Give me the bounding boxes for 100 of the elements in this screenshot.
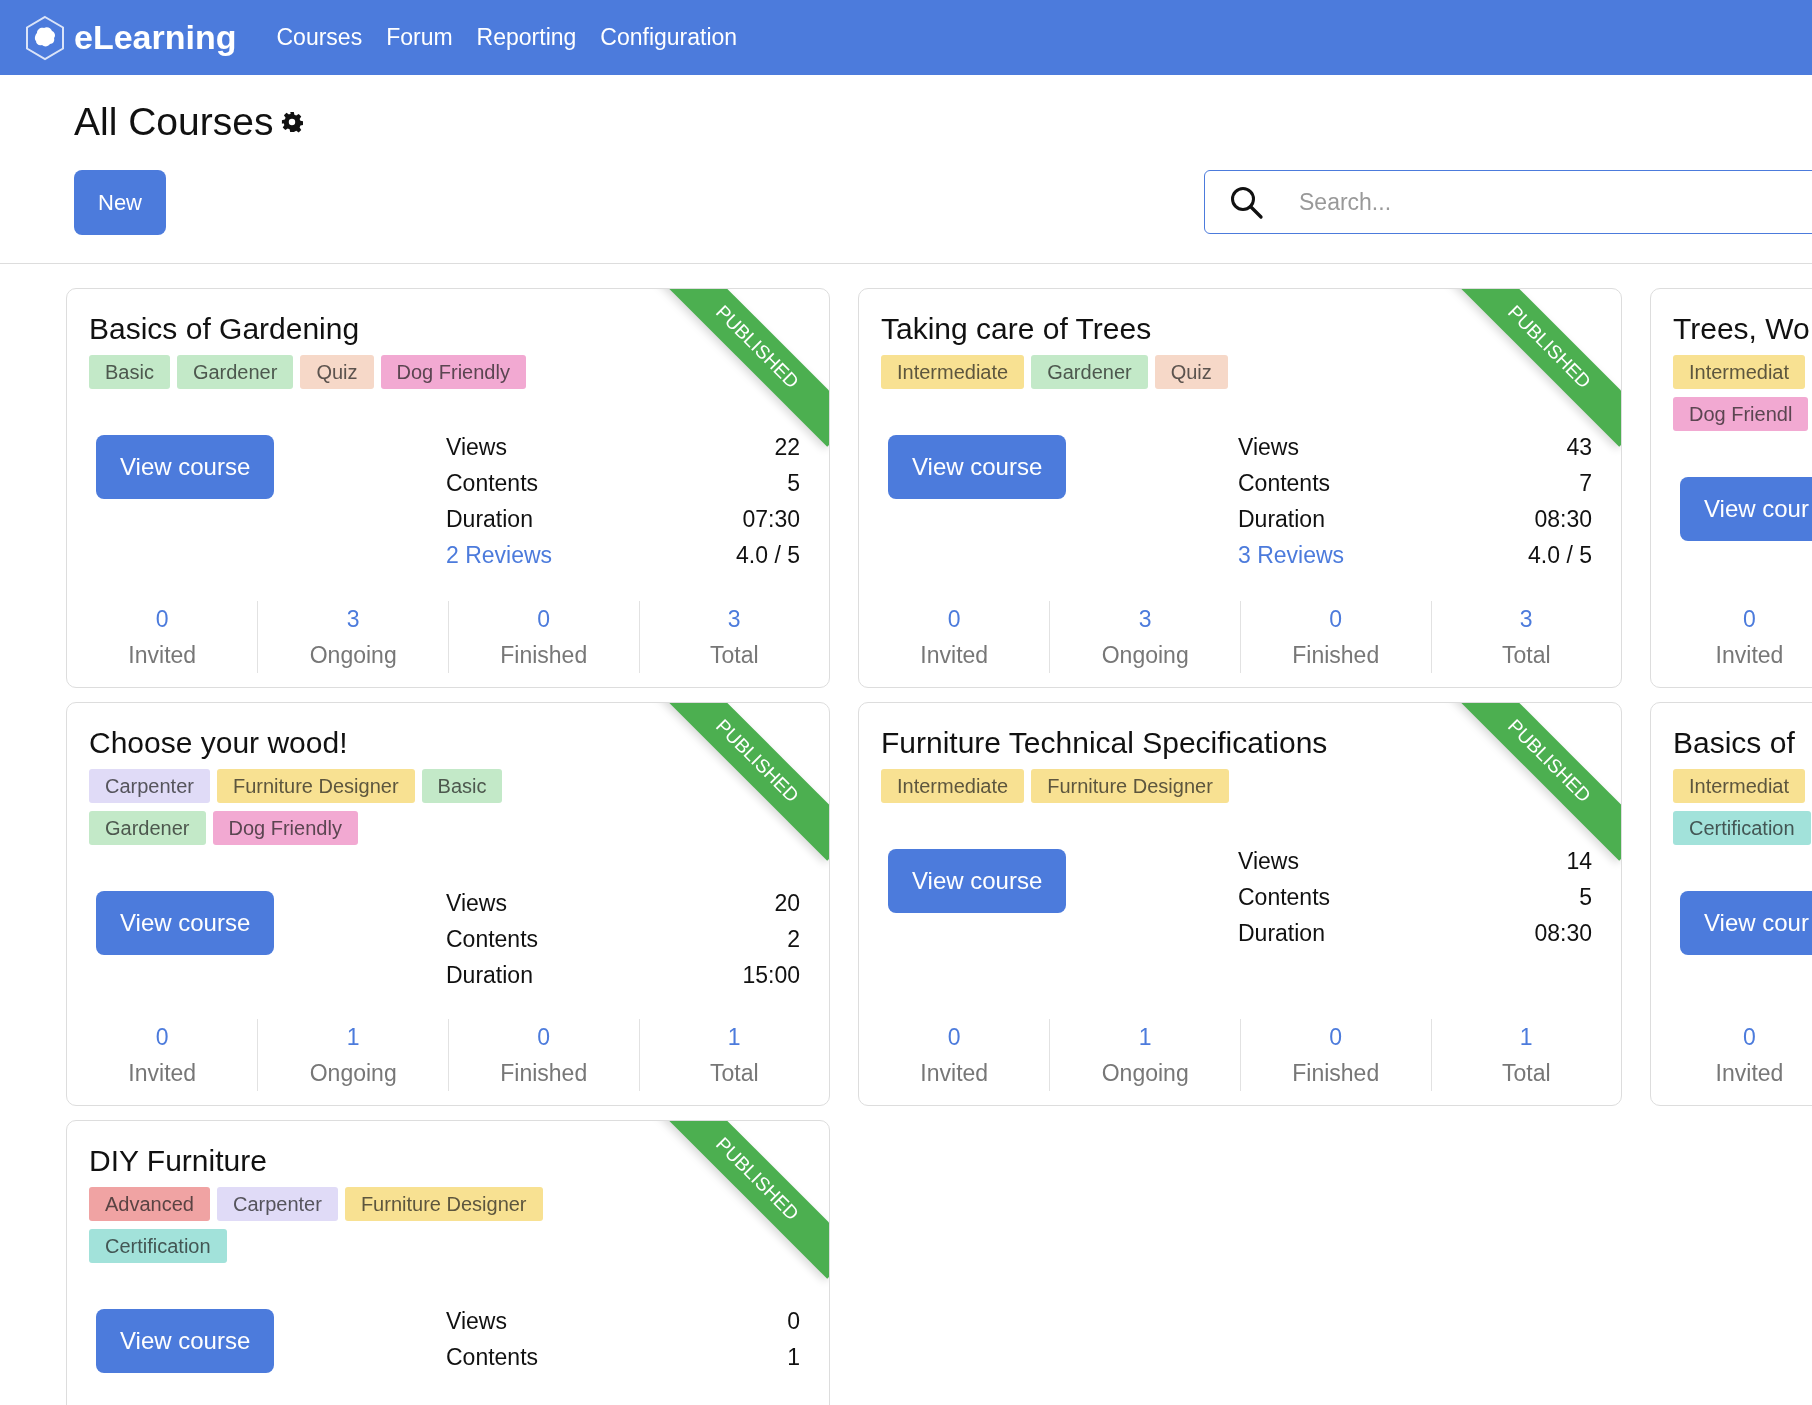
view-course-button[interactable]: View course	[96, 434, 275, 499]
course-tag: Dog Friendly	[380, 354, 526, 389]
count-label: Ongoing	[308, 1058, 398, 1088]
count-label: Finished	[1291, 640, 1381, 670]
reviews-link[interactable]: 2 Reviews	[446, 536, 553, 573]
count-value[interactable]: 0	[859, 600, 1050, 637]
stat-value: 2	[787, 924, 800, 954]
count-label: Invited	[1714, 1058, 1785, 1088]
course-tag: Certification	[89, 1228, 227, 1263]
nav-link[interactable]: Reporting	[476, 20, 577, 55]
count-label: Invited	[1714, 640, 1785, 670]
stat-value: 22	[774, 432, 800, 462]
course-tag: Advanced	[89, 1186, 210, 1221]
count-value[interactable]: 3	[639, 600, 829, 637]
course-tag: Basic	[421, 768, 503, 803]
search-icon	[1228, 184, 1264, 221]
course-tag: Quiz	[1154, 354, 1228, 389]
stat-value: 43	[1566, 432, 1592, 462]
stat-value: 08:30	[1534, 918, 1592, 948]
course-tag: Gardener	[89, 810, 206, 845]
course-tag: Furniture Designer	[216, 768, 415, 803]
course-tag: Intermediat	[1673, 768, 1806, 803]
stat-label: Contents	[446, 1342, 539, 1372]
count-value[interactable]: 3	[1050, 600, 1240, 637]
view-course-button[interactable]: View cour	[1680, 476, 1812, 541]
count-value[interactable]: 1	[639, 1018, 829, 1055]
view-course-button[interactable]: View cour	[1680, 890, 1812, 955]
course-tag: Furniture Designer	[1031, 768, 1229, 803]
view-course-button[interactable]: View course	[96, 1308, 275, 1373]
view-course-button[interactable]: View course	[96, 890, 275, 955]
stat-label: Duration	[1238, 504, 1325, 534]
count-value[interactable]: 0	[1241, 600, 1431, 637]
stat-label: Contents	[1238, 468, 1331, 498]
stat-label: Contents	[446, 924, 539, 954]
page-title: All Courses	[74, 99, 274, 145]
count-label: Finished	[499, 640, 589, 670]
count-value[interactable]: 0	[67, 600, 258, 637]
course-tag: Gardener	[176, 354, 294, 389]
stat-label: Views	[1238, 432, 1299, 462]
count-label: Total	[708, 640, 760, 670]
count-value[interactable]: 0	[449, 600, 639, 637]
stat-label: Contents	[1238, 882, 1331, 912]
stat-value: 1	[787, 1342, 800, 1372]
stat-value: 5	[1579, 882, 1592, 912]
count-label: Invited	[127, 1058, 198, 1088]
stat-label: Duration	[446, 504, 533, 534]
count-value[interactable]: 1	[258, 1018, 448, 1055]
stat-label: Views	[446, 1306, 507, 1336]
stat-label: Views	[446, 432, 507, 462]
count-value[interactable]: 0	[859, 1018, 1050, 1055]
new-button[interactable]: New	[74, 169, 166, 235]
stat-value: 14	[1566, 846, 1592, 876]
count-label: Invited	[919, 1058, 990, 1088]
count-value[interactable]: 0	[1241, 1018, 1431, 1055]
course-tag: Basic	[89, 354, 170, 389]
reviews-link[interactable]: 3 Reviews	[1238, 536, 1345, 573]
search-field[interactable]: Search...	[1204, 170, 1812, 235]
count-label: Ongoing	[1100, 640, 1190, 670]
count-value[interactable]: 0	[1651, 1018, 1812, 1055]
stat-value: 20	[774, 888, 800, 918]
course-tag: Dog Friendl	[1673, 396, 1809, 431]
stat-value: 07:30	[742, 504, 800, 534]
count-label: Total	[1500, 640, 1552, 670]
rating-value: 4.0 / 5	[1528, 540, 1592, 570]
count-value[interactable]: 1	[1050, 1018, 1240, 1055]
course-tag: Carpenter	[89, 768, 210, 803]
course-tag: Gardener	[1031, 354, 1148, 389]
count-label: Ongoing	[1100, 1058, 1190, 1088]
course-tag: Carpenter	[216, 1186, 338, 1221]
stat-value: 08:30	[1534, 504, 1592, 534]
nav-link[interactable]: Configuration	[600, 20, 738, 55]
count-label: Ongoing	[308, 640, 398, 670]
stat-label: Views	[1238, 846, 1299, 876]
count-label: Finished	[499, 1058, 589, 1088]
count-value[interactable]: 1	[1431, 1018, 1621, 1055]
stat-label: Views	[446, 888, 507, 918]
count-value[interactable]: 0	[449, 1018, 639, 1055]
view-course-button[interactable]: View course	[888, 848, 1067, 913]
stat-value: 15:00	[742, 960, 800, 990]
course-title: Basics of	[1673, 724, 1796, 761]
count-value[interactable]: 0	[1651, 600, 1812, 637]
settings-icon[interactable]	[281, 111, 304, 134]
course-tag: Dog Friendly	[212, 810, 358, 845]
nav-link[interactable]: Courses	[276, 20, 363, 55]
count-value[interactable]: 3	[258, 600, 448, 637]
count-label: Finished	[1291, 1058, 1381, 1088]
view-course-button[interactable]: View course	[888, 434, 1067, 499]
course-tag: Furniture Designer	[344, 1186, 543, 1221]
count-label: Invited	[127, 640, 198, 670]
course-tag: Intermediate	[881, 354, 1025, 389]
count-label: Total	[708, 1058, 760, 1088]
stat-value: 0	[787, 1306, 800, 1336]
course-tag: Intermediat	[1673, 354, 1806, 389]
count-value[interactable]: 3	[1431, 600, 1621, 637]
stat-value: 5	[787, 468, 800, 498]
nav-link[interactable]: Forum	[386, 20, 453, 55]
course-tag: Intermediate	[881, 768, 1025, 803]
brand-name[interactable]: eLearning	[74, 12, 237, 63]
stat-label: Duration	[446, 960, 533, 990]
count-value[interactable]: 0	[67, 1018, 258, 1055]
